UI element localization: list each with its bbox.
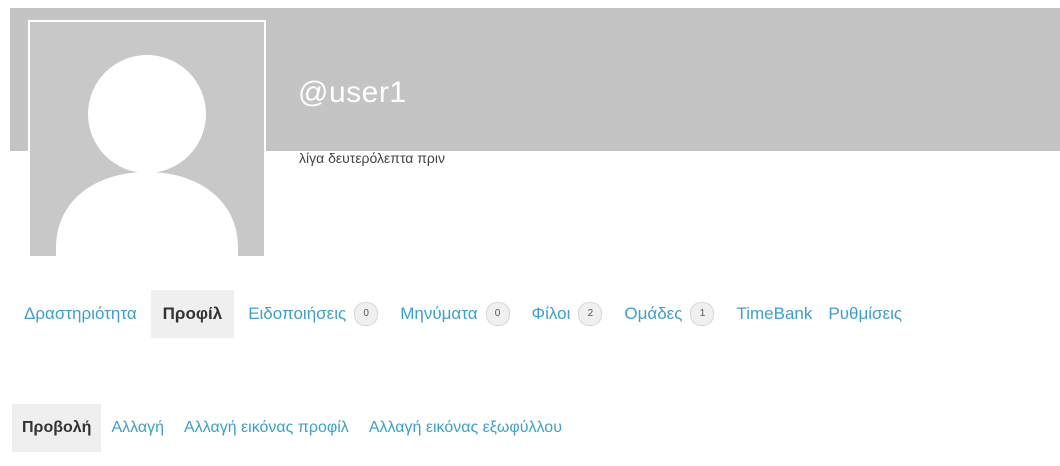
nav-item-label: Ομάδες (624, 304, 683, 323)
nav-item-activity[interactable]: Δραστηριότητα (16, 290, 145, 338)
subnav-item-label: Αλλαγή εικόνας προφίλ (184, 419, 349, 436)
groups-count-badge: 1 (690, 302, 715, 326)
nav-item-label: Μηνύματα (400, 304, 478, 323)
subnav-item-change-avatar[interactable]: Αλλαγή εικόνας προφίλ (174, 404, 359, 452)
subnav-item-label: Αλλαγή εικόνας εξωφύλλου (368, 419, 562, 436)
nav-item-groups[interactable]: Ομάδες 1 (616, 290, 722, 338)
nav-item-label: Ρυθμίσεις (828, 304, 903, 323)
subnav-item-change-cover[interactable]: Αλλαγή εικόνας εξωφύλλου (359, 404, 572, 452)
profile-avatar[interactable] (28, 20, 266, 258)
notifications-count-badge: 0 (354, 302, 379, 326)
profile-subnav: Προβολή Αλλαγή Αλλαγή εικόνας προφίλ Αλλ… (12, 404, 572, 452)
subnav-item-view[interactable]: Προβολή (12, 404, 102, 452)
subnav-item-label: Αλλαγή (111, 419, 165, 436)
messages-count-badge: 0 (485, 302, 510, 326)
nav-item-profile[interactable]: Προφίλ (150, 290, 235, 338)
subnav-item-edit[interactable]: Αλλαγή (101, 404, 174, 452)
profile-username: @user1 (298, 76, 407, 109)
nav-item-label: Ειδοποιήσεις (248, 304, 347, 323)
nav-item-messages[interactable]: Μηνύματα 0 (392, 290, 517, 338)
nav-item-timebank[interactable]: TimeBank (728, 290, 820, 338)
profile-nav: Δραστηριότητα Προφίλ Ειδοποιήσεις 0 Μηνύ… (16, 290, 1046, 338)
nav-item-label: Φίλοι (531, 304, 571, 323)
nav-item-friends[interactable]: Φίλοι 2 (524, 290, 611, 338)
nav-item-notifications[interactable]: Ειδοποιήσεις 0 (240, 290, 386, 338)
nav-item-label: TimeBank (736, 304, 813, 323)
nav-item-label: Προφίλ (162, 304, 223, 323)
nav-item-label: Δραστηριότητα (24, 304, 137, 323)
subnav-item-label: Προβολή (22, 419, 92, 436)
nav-item-settings[interactable]: Ρυθμίσεις (820, 292, 910, 336)
friends-count-badge: 2 (578, 302, 603, 326)
default-avatar-silhouette-icon (30, 22, 264, 256)
last-active-text: λίγα δευτερόλεπτα πριν (299, 150, 445, 166)
